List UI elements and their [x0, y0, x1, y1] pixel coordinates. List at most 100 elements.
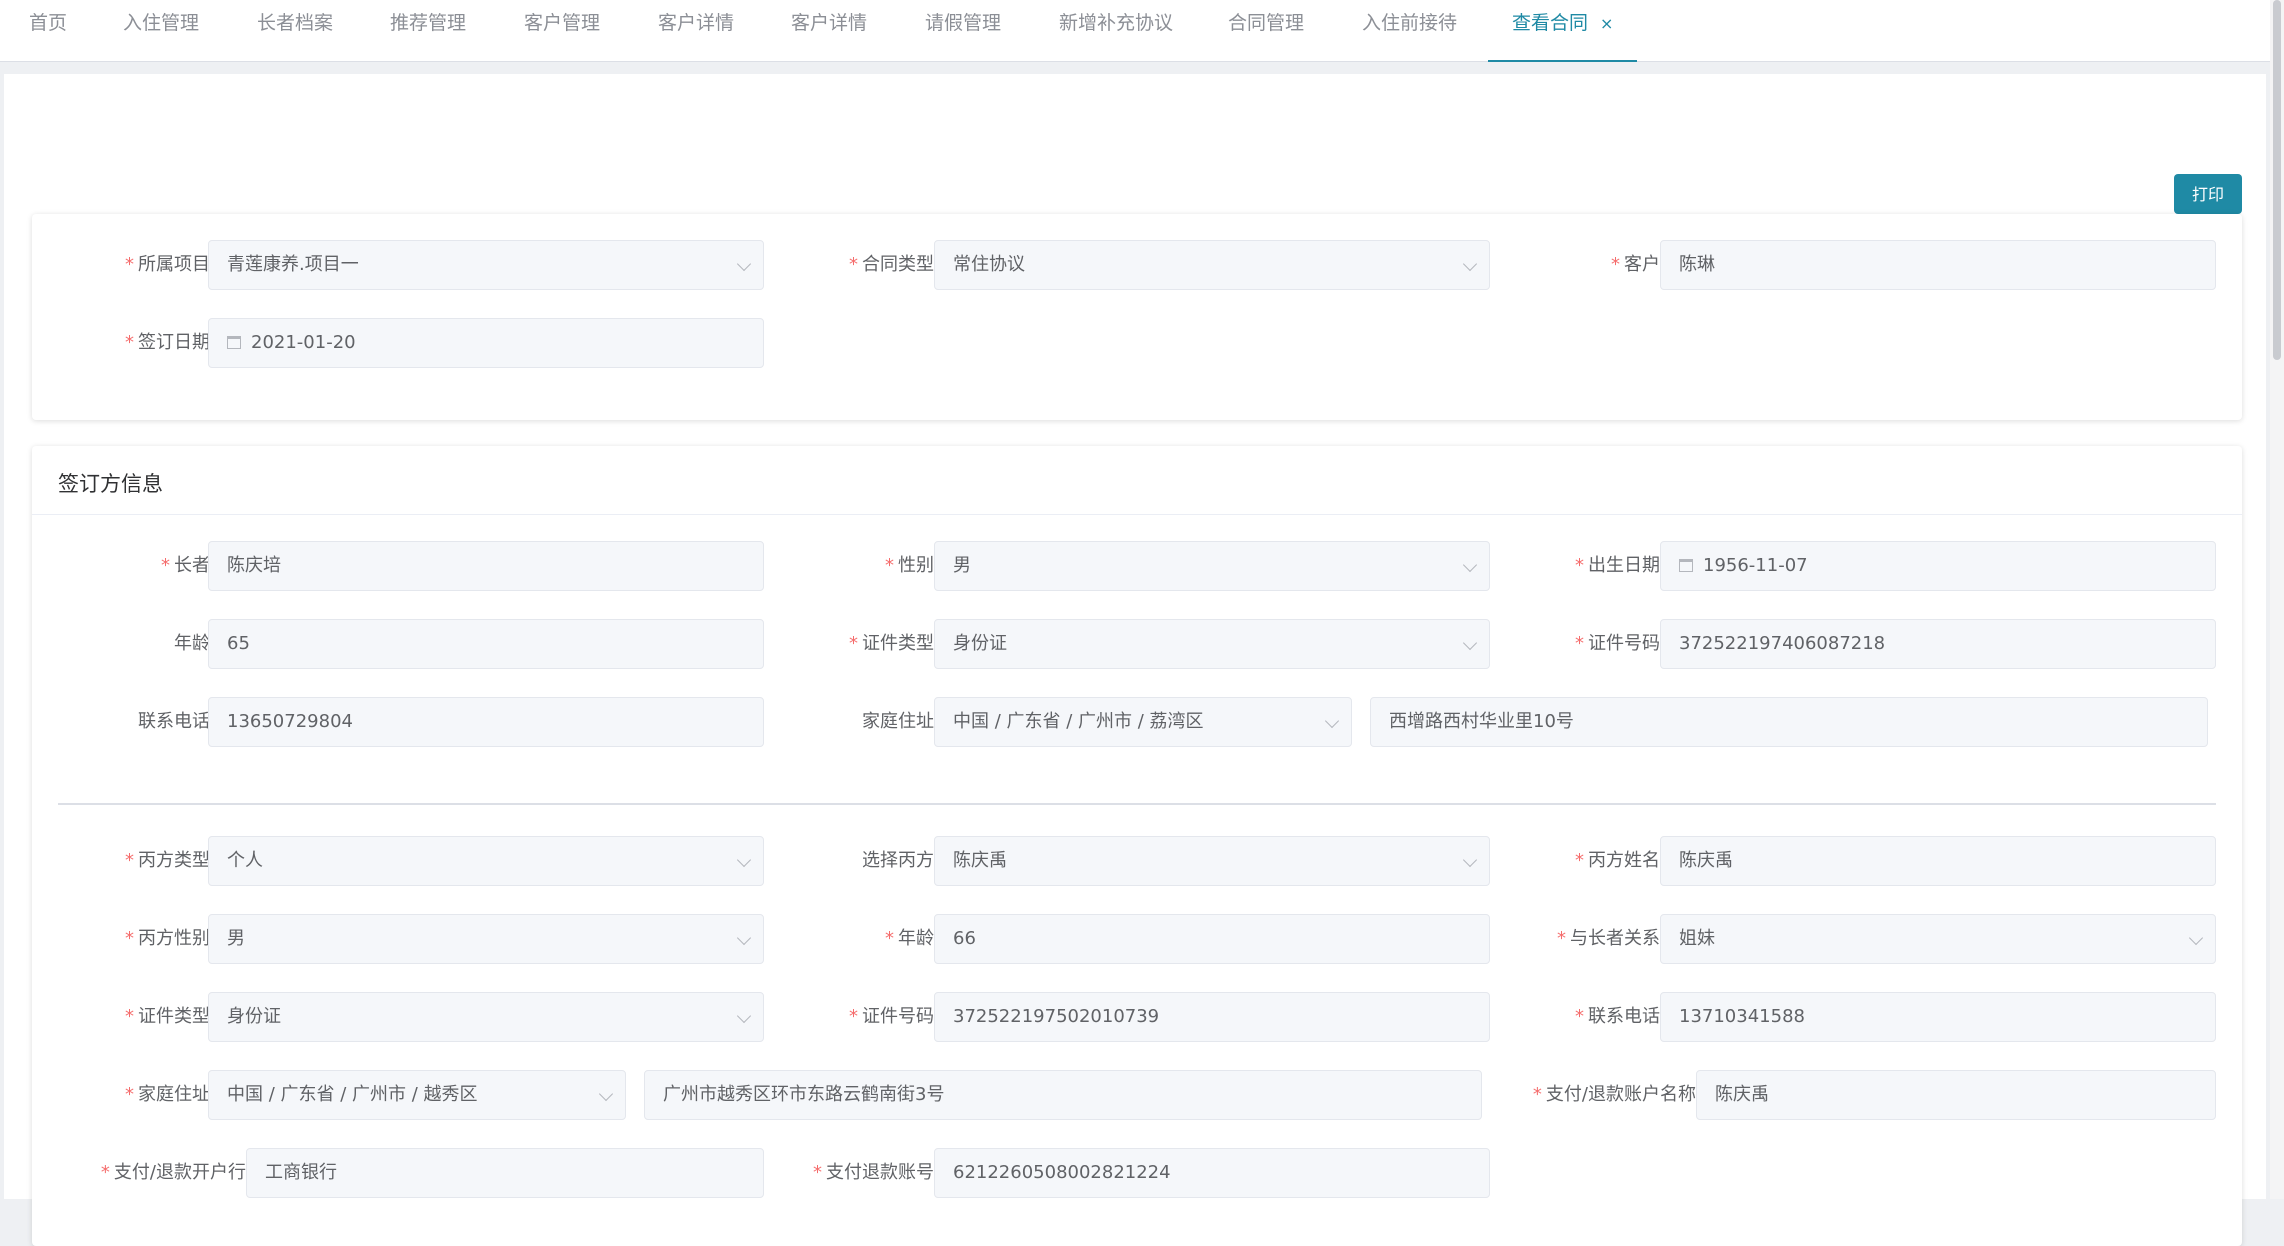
- tab-label: 客户管理: [524, 12, 601, 34]
- address-detail-field[interactable]: 西增路西村华业里10号: [1370, 697, 2208, 747]
- project-label: * 所属项目: [125, 254, 210, 275]
- tab-bar: 首页 入住管理 长者档案 推荐管理 客户管理 客户详情 客户详情 请假管理 新增…: [0, 0, 2270, 62]
- close-icon[interactable]: ×: [1600, 1, 1613, 47]
- vertical-scrollbar[interactable]: [2270, 0, 2284, 1199]
- tab-label: 入住管理: [123, 12, 200, 34]
- party-c-age-field[interactable]: 66: [934, 914, 1490, 964]
- account-name-label: * 支付/退款账户名称: [1532, 1084, 1696, 1105]
- party-c-id-number-field[interactable]: 372522197502010739: [934, 992, 1490, 1042]
- contract-info-card: * 所属项目 青莲康养.项目一 * 合同类型 常住协议 * 客户 陈琳 * 签订日期 2…: [32, 214, 2242, 420]
- scrollbar-thumb[interactable]: [2273, 0, 2281, 360]
- tab-contract-management[interactable]: 合同管理: [1228, 0, 1304, 62]
- print-button[interactable]: 打印: [2174, 174, 2242, 214]
- party-c-id-number-label: * 证件号码: [849, 1006, 934, 1027]
- tab-checkin-management[interactable]: 入住管理: [123, 0, 199, 62]
- party-c-name-label: * 丙方姓名: [1575, 850, 1660, 871]
- chevron-down-icon: [736, 256, 752, 272]
- id-number-field[interactable]: 372522197406087218: [1660, 619, 2216, 669]
- tab-customer-management[interactable]: 客户管理: [524, 0, 600, 62]
- section-divider: [58, 803, 2216, 805]
- birth-date-picker[interactable]: 1956-11-07: [1660, 541, 2216, 591]
- tab-add-supplement[interactable]: 新增补充协议: [1059, 0, 1173, 62]
- sign-date-picker[interactable]: 2021-01-20: [208, 318, 764, 368]
- tab-customer-detail-2[interactable]: 客户详情: [791, 0, 867, 62]
- sign-date-label: * 签订日期: [125, 332, 210, 353]
- address-region-select[interactable]: 中国 / 广东省 / 广州市 / 荔湾区: [934, 697, 1352, 747]
- chevron-down-icon: [736, 852, 752, 868]
- chevron-down-icon: [2188, 930, 2204, 946]
- title-divider: [32, 514, 2242, 515]
- party-c-address-detail-field[interactable]: 广州市越秀区环市东路云鹤南街3号: [644, 1070, 1482, 1120]
- signatory-info-card: 签订方信息 * 长者 陈庆培 * 性别 男 * 出生日期 1956-11-07 年龄 …: [32, 446, 2242, 1246]
- tab-label: 客户详情: [658, 12, 735, 34]
- chevron-down-icon: [598, 1086, 614, 1102]
- tab-label: 入住前接待: [1362, 12, 1458, 34]
- gender-label: * 性别: [885, 555, 934, 576]
- party-c-id-type-label: * 证件类型: [125, 1006, 210, 1027]
- tab-pre-checkin-reception[interactable]: 入住前接待: [1362, 0, 1457, 62]
- calendar-icon: [227, 336, 241, 349]
- chevron-down-icon: [736, 930, 752, 946]
- party-c-phone-field[interactable]: 13710341588: [1660, 992, 2216, 1042]
- tab-leave-management[interactable]: 请假管理: [925, 0, 1001, 62]
- tab-customer-detail-1[interactable]: 客户详情: [658, 0, 734, 62]
- party-c-name-field[interactable]: 陈庆禹: [1660, 836, 2216, 886]
- elder-field[interactable]: 陈庆培: [208, 541, 764, 591]
- chevron-down-icon: [1462, 557, 1478, 573]
- party-c-age-label: * 年龄: [885, 928, 934, 949]
- phone-label: 联系电话: [138, 711, 210, 732]
- tab-label: 请假管理: [925, 12, 1002, 34]
- tab-label: 新增补充协议: [1059, 12, 1174, 34]
- chevron-down-icon: [1324, 713, 1340, 729]
- bank-field[interactable]: 工商银行: [246, 1148, 764, 1198]
- main-content: 打印 * 所属项目 青莲康养.项目一 * 合同类型 常住协议 * 客户 陈琳 * 签订日…: [4, 74, 2266, 1246]
- id-type-select[interactable]: 身份证: [934, 619, 1490, 669]
- party-c-address-region-select[interactable]: 中国 / 广东省 / 广州市 / 越秀区: [208, 1070, 626, 1120]
- id-type-label: * 证件类型: [849, 633, 934, 654]
- customer-field[interactable]: 陈琳: [1660, 240, 2216, 290]
- active-tab-indicator: [1488, 60, 1638, 62]
- address-label: 家庭住址: [862, 711, 934, 732]
- tab-label: 查看合同: [1512, 12, 1589, 34]
- gender-select[interactable]: 男: [934, 541, 1490, 591]
- select-party-c-label: 选择丙方: [862, 850, 934, 871]
- party-c-gender-label: * 丙方性别: [125, 928, 210, 949]
- party-c-id-type-select[interactable]: 身份证: [208, 992, 764, 1042]
- chevron-down-icon: [1462, 635, 1478, 651]
- tab-label: 推荐管理: [390, 12, 467, 34]
- account-number-field[interactable]: 6212260508002821224: [934, 1148, 1490, 1198]
- tab-label: 长者档案: [257, 12, 334, 34]
- project-select[interactable]: 青莲康养.项目一: [208, 240, 764, 290]
- party-c-address-label: * 家庭住址: [125, 1084, 210, 1105]
- contract-type-label: * 合同类型: [849, 254, 934, 275]
- age-label: 年龄: [174, 633, 210, 654]
- contract-type-select[interactable]: 常住协议: [934, 240, 1490, 290]
- phone-field[interactable]: 13650729804: [208, 697, 764, 747]
- party-c-gender-select[interactable]: 男: [208, 914, 764, 964]
- tab-elder-archive[interactable]: 长者档案: [257, 0, 333, 62]
- account-name-field[interactable]: 陈庆禹: [1696, 1070, 2216, 1120]
- tab-label: 首页: [29, 12, 68, 34]
- party-c-type-select[interactable]: 个人: [208, 836, 764, 886]
- tab-label: 客户详情: [791, 12, 868, 34]
- calendar-icon: [1679, 559, 1693, 572]
- tab-referral-management[interactable]: 推荐管理: [390, 0, 466, 62]
- select-party-c-select[interactable]: 陈庆禹: [934, 836, 1490, 886]
- tab-label: 合同管理: [1228, 12, 1305, 34]
- chevron-down-icon: [736, 1008, 752, 1024]
- customer-label: * 客户: [1611, 254, 1660, 275]
- elder-label: * 长者: [161, 555, 210, 576]
- relation-select[interactable]: 姐妹: [1660, 914, 2216, 964]
- party-c-type-label: * 丙方类型: [125, 850, 210, 871]
- relation-label: * 与长者关系: [1557, 928, 1660, 949]
- birth-date-label: * 出生日期: [1575, 555, 1660, 576]
- id-number-label: * 证件号码: [1575, 633, 1660, 654]
- account-number-label: * 支付退款账号: [813, 1162, 934, 1183]
- section-title: 签订方信息: [58, 472, 163, 496]
- age-field[interactable]: 65: [208, 619, 764, 669]
- tab-home[interactable]: 首页: [29, 0, 67, 62]
- bank-label: * 支付/退款开户行: [100, 1162, 246, 1183]
- chevron-down-icon: [1462, 256, 1478, 272]
- tab-view-contract[interactable]: 查看合同 ×: [1488, 0, 1638, 62]
- party-c-phone-label: * 联系电话: [1575, 1006, 1660, 1027]
